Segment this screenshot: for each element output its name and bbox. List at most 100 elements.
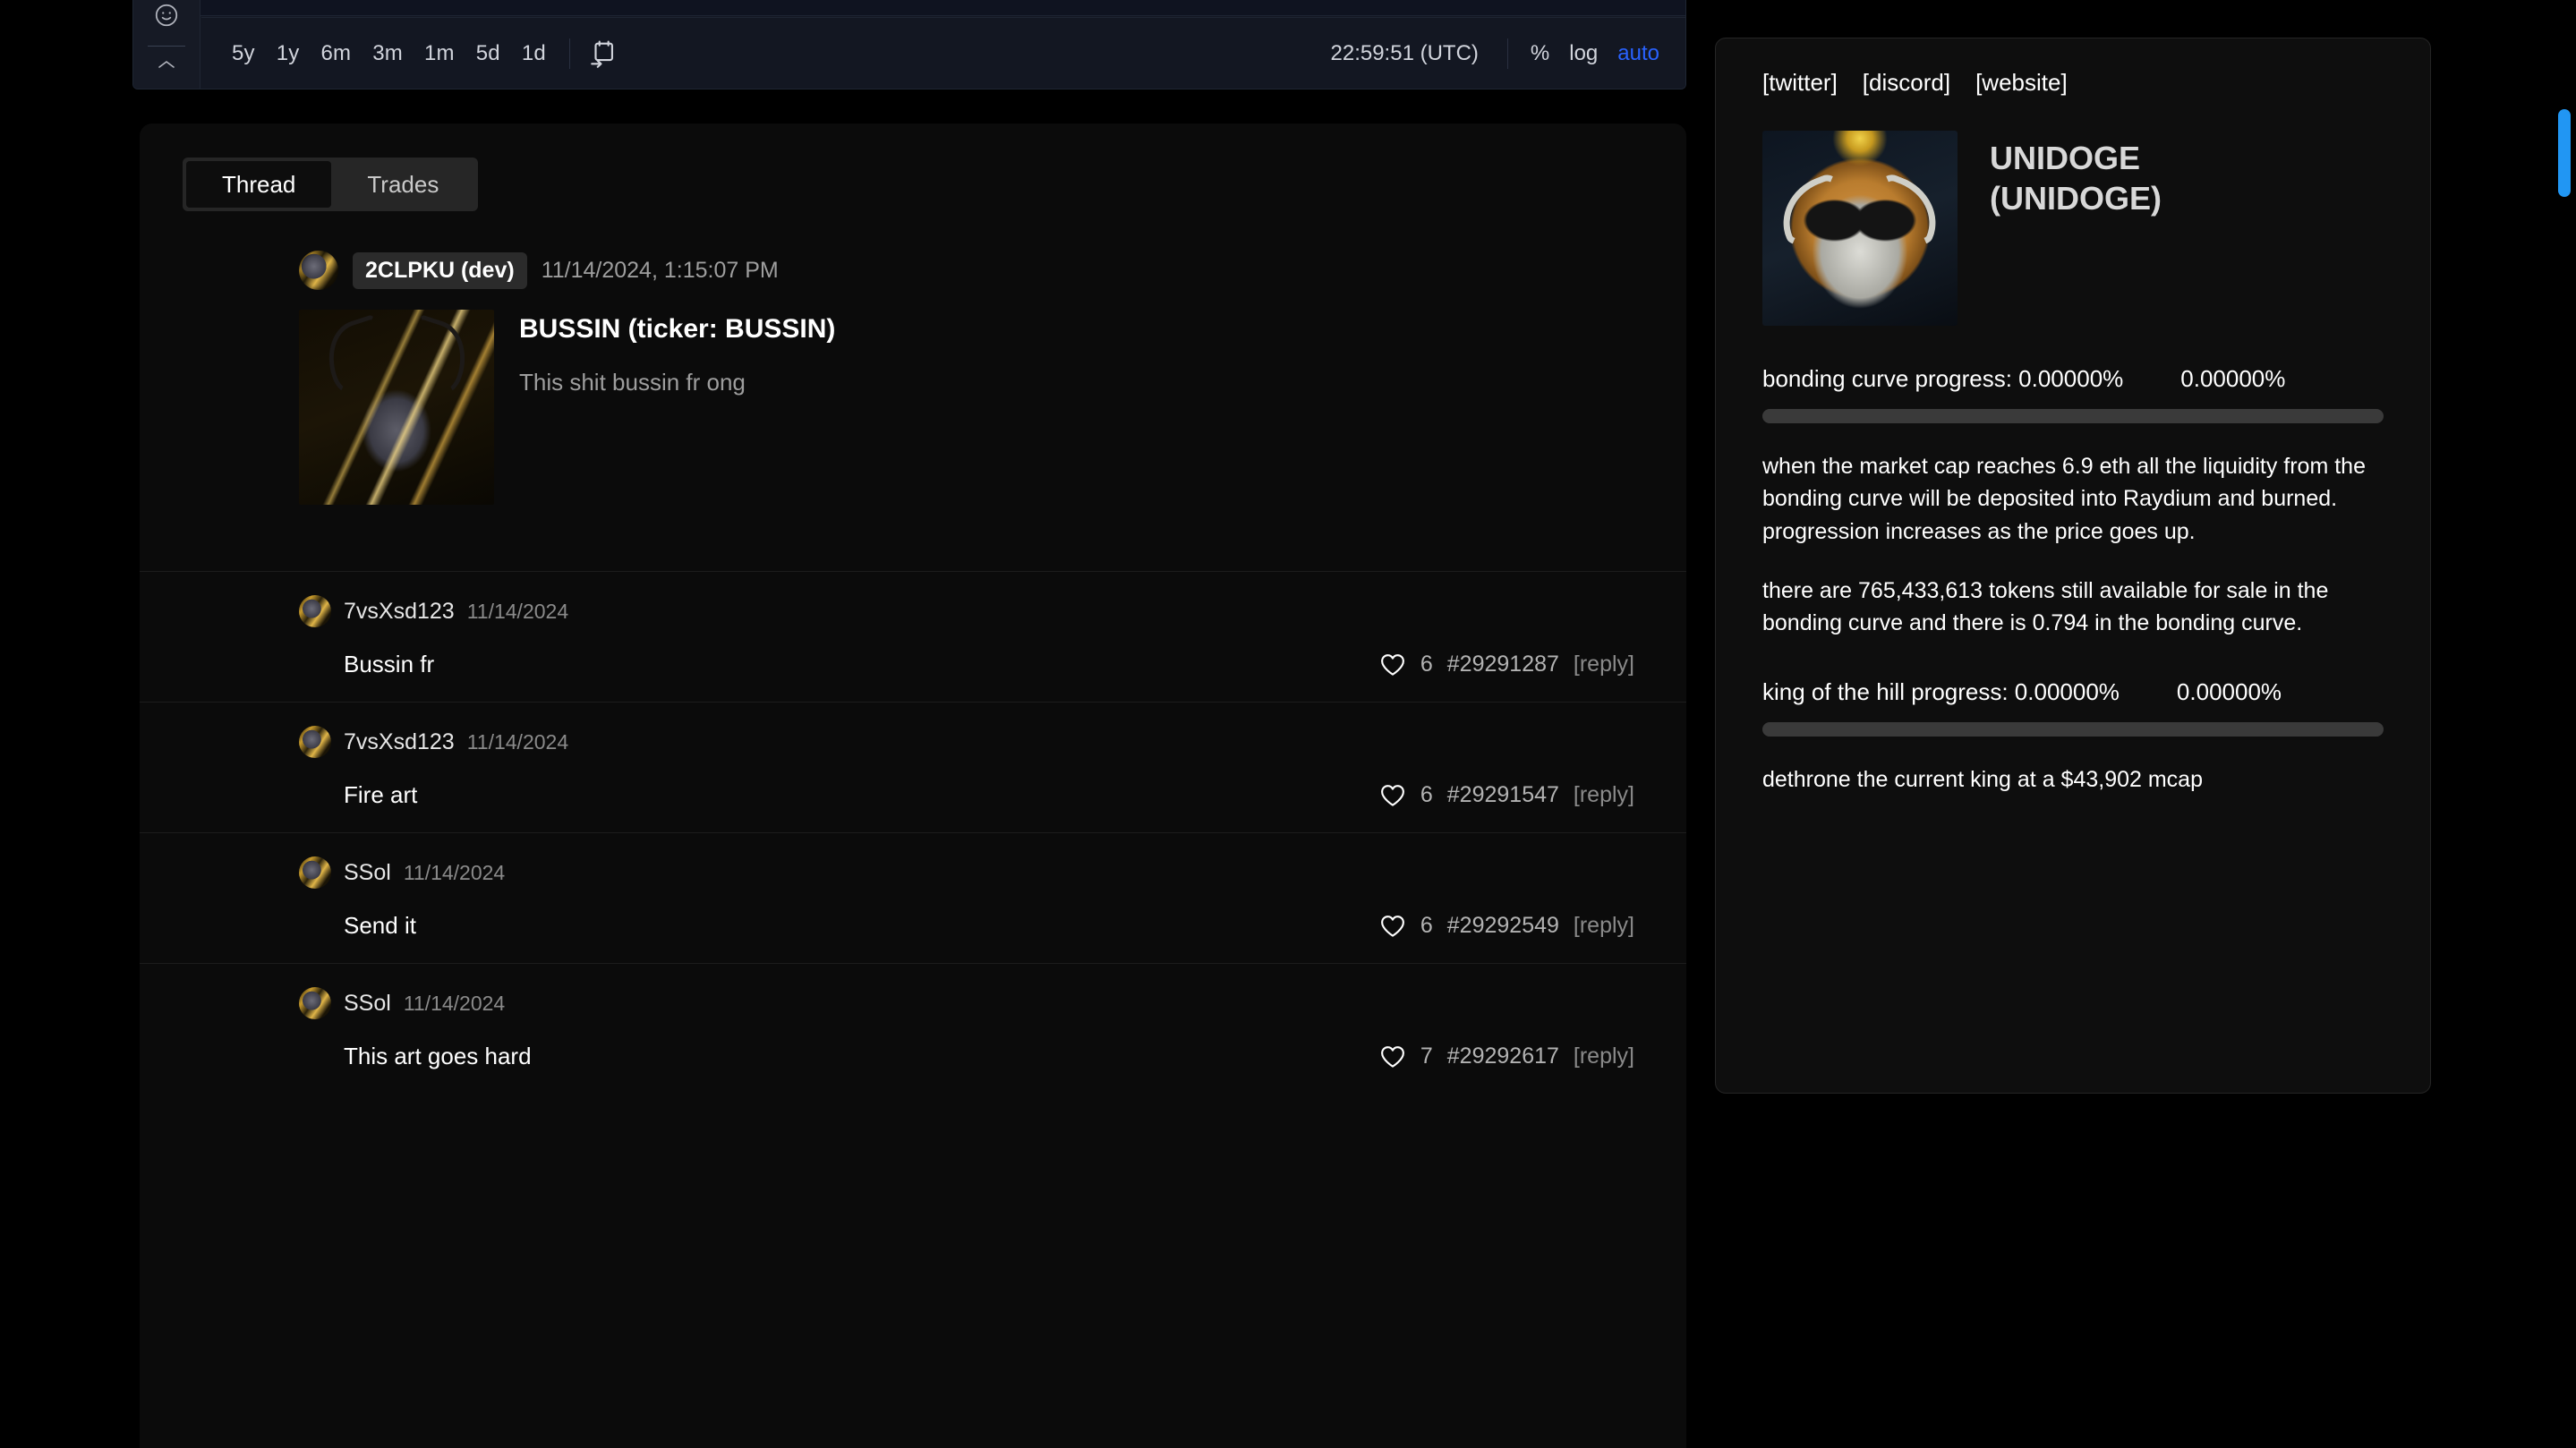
timeframe-1m[interactable]: 1m: [414, 38, 465, 70]
token-info-panel: [twitter] [discord] [website] UNIDOGE (U…: [1715, 38, 2431, 1094]
table-row: 7vsXsd123 11/14/2024 Bussin fr 6 #292912…: [140, 571, 1686, 702]
king-of-hill-percent: 0.00000%: [2176, 678, 2282, 706]
reply-likes: 6: [1420, 652, 1433, 677]
calendar-goto-icon[interactable]: [583, 35, 624, 72]
reply-footer: Fire art 6 #29291547 [reply]: [140, 758, 1686, 809]
bonding-curve-header: bonding curve progress: 0.00000% 0.00000…: [1762, 365, 2384, 393]
thread-card: Thread Trades 2CLPKU (dev) 11/14/2024, 1…: [140, 124, 1686, 1448]
chart-clock: 22:59:51 (UTC): [1330, 40, 1479, 65]
reply-footer: Bussin fr 6 #29291287 [reply]: [140, 627, 1686, 678]
app-root: 5y 1y 6m 3m 1m 5d 1d 22:59:51 (UTC) % lo…: [0, 0, 2576, 1448]
post-body: BUSSIN (ticker: BUSSIN) This shit bussin…: [140, 290, 1686, 505]
scale-log-toggle[interactable]: log: [1559, 36, 1608, 72]
timeframe-1d[interactable]: 1d: [511, 38, 557, 70]
bonding-curve-note-2: there are 765,433,613 tokens still avail…: [1762, 577, 2329, 635]
reply-text: Fire art: [344, 781, 418, 808]
timeframe-5d[interactable]: 5d: [465, 38, 511, 70]
reply-text: Send it: [344, 912, 416, 939]
chart-left-toolbar: [133, 0, 200, 89]
social-links: [twitter] [discord] [website]: [1762, 69, 2384, 97]
king-of-hill-header: king of the hill progress: 0.00000% 0.00…: [1762, 678, 2384, 706]
bonding-curve-percent: 0.00000%: [2180, 365, 2286, 392]
heart-icon[interactable]: [1379, 1044, 1406, 1069]
tab-group: Thread Trades: [183, 158, 479, 211]
reply-meta: 7 #29292617 [reply]: [1379, 1043, 1634, 1069]
timeframe-group: 5y 1y 6m 3m 1m 5d 1d: [221, 38, 557, 70]
reply-link[interactable]: [reply]: [1574, 652, 1634, 677]
bonding-curve-note-1: when the market cap reaches 6.9 eth all …: [1762, 454, 2366, 544]
reply-id: #29292549: [1446, 913, 1559, 938]
token-name-line2: (UNIDOGE): [1990, 180, 2162, 217]
page-scrollbar-thumb[interactable]: [2558, 109, 2571, 197]
reply-date: 11/14/2024: [403, 991, 506, 1015]
avatar: [299, 987, 331, 1019]
chart-toolbar: 5y 1y 6m 3m 1m 5d 1d 22:59:51 (UTC) % lo…: [201, 17, 1685, 89]
toolbar-separator: [568, 38, 570, 69]
token-logo-image[interactable]: [1762, 131, 1958, 326]
smiley-face-icon[interactable]: [153, 2, 180, 33]
post-timestamp: 11/14/2024, 1:15:07 PM: [541, 257, 779, 283]
chart-widget: 5y 1y 6m 3m 1m 5d 1d 22:59:51 (UTC) % lo…: [132, 0, 1686, 89]
avatar: [299, 856, 331, 889]
reply-username[interactable]: 7vsXsd123: [344, 599, 455, 625]
post-header: 2CLPKU (dev) 11/14/2024, 1:15:07 PM: [140, 211, 1686, 290]
king-of-hill-progress-bar: [1762, 722, 2384, 737]
twitter-link[interactable]: [twitter]: [1762, 69, 1838, 97]
table-row: SSol 11/14/2024 Send it 6 #29292549 [rep…: [140, 832, 1686, 963]
scale-options: % log auto: [1521, 36, 1669, 72]
scale-auto-toggle[interactable]: auto: [1608, 36, 1669, 72]
chevron-up-icon[interactable]: [155, 57, 178, 76]
reply-date: 11/14/2024: [466, 599, 569, 623]
avatar: [299, 595, 331, 627]
discord-link[interactable]: [discord]: [1863, 69, 1950, 97]
avatar: [299, 726, 331, 758]
reply-link[interactable]: [reply]: [1574, 913, 1634, 939]
timeframe-6m[interactable]: 6m: [311, 38, 363, 70]
toolbar-divider: [148, 46, 185, 47]
reply-likes: 6: [1420, 913, 1433, 938]
reply-link[interactable]: [reply]: [1574, 782, 1634, 808]
token-name: UNIDOGE (UNIDOGE): [1990, 131, 2162, 326]
reply-username[interactable]: SSol: [344, 991, 391, 1017]
reply-header: 7vsXsd123 11/14/2024: [140, 595, 1686, 627]
post-title: BUSSIN (ticker: BUSSIN): [519, 314, 836, 344]
reply-date: 11/14/2024: [403, 860, 506, 884]
timeframe-1y[interactable]: 1y: [266, 38, 311, 70]
tabs-container: Thread Trades: [140, 124, 1686, 211]
timeframe-5y[interactable]: 5y: [221, 38, 266, 70]
website-link[interactable]: [website]: [1975, 69, 2068, 97]
post-description: This shit bussin fr ong: [519, 369, 746, 396]
reply-id: #29291287: [1446, 652, 1559, 677]
token-name-line1: UNIDOGE: [1990, 140, 2141, 176]
reply-link[interactable]: [reply]: [1574, 1043, 1634, 1069]
reply-text: This art goes hard: [344, 1043, 532, 1069]
post-image[interactable]: [299, 310, 494, 505]
post-author-chip[interactable]: 2CLPKU (dev): [353, 251, 527, 289]
king-of-hill-note: dethrone the current king at a $43,902 m…: [1762, 767, 2203, 793]
reply-username[interactable]: SSol: [344, 860, 391, 886]
reply-text: Bussin fr: [344, 651, 435, 677]
tab-thread[interactable]: Thread: [186, 161, 332, 208]
bonding-curve-label: bonding curve progress: 0.00000%: [1762, 365, 2124, 392]
timeframe-3m[interactable]: 3m: [362, 38, 414, 70]
king-of-hill-label: king of the hill progress: 0.00000%: [1762, 678, 2120, 706]
toolbar-separator-2: [1506, 38, 1508, 69]
reply-header: SSol 11/14/2024: [140, 856, 1686, 889]
table-row: 7vsXsd123 11/14/2024 Fire art 6 #2929154…: [140, 702, 1686, 832]
reply-header: 7vsXsd123 11/14/2024: [140, 726, 1686, 758]
chart-top-edge: [133, 0, 1685, 16]
reply-date: 11/14/2024: [466, 729, 569, 754]
reply-likes: 7: [1420, 1043, 1433, 1069]
reply-username[interactable]: 7vsXsd123: [344, 729, 455, 755]
reply-footer: Send it 6 #29292549 [reply]: [140, 889, 1686, 940]
bonding-curve-progress-bar: [1762, 409, 2384, 423]
tab-trades[interactable]: Trades: [331, 161, 474, 208]
reply-meta: 6 #29292549 [reply]: [1379, 913, 1634, 939]
table-row: SSol 11/14/2024 This art goes hard 7 #29…: [140, 963, 1686, 1094]
avatar: [299, 251, 338, 290]
post-text-block: BUSSIN (ticker: BUSSIN) This shit bussin…: [519, 310, 835, 505]
heart-icon[interactable]: [1379, 652, 1406, 677]
heart-icon[interactable]: [1379, 914, 1406, 939]
heart-icon[interactable]: [1379, 783, 1406, 808]
scale-percent-toggle[interactable]: %: [1521, 36, 1559, 72]
